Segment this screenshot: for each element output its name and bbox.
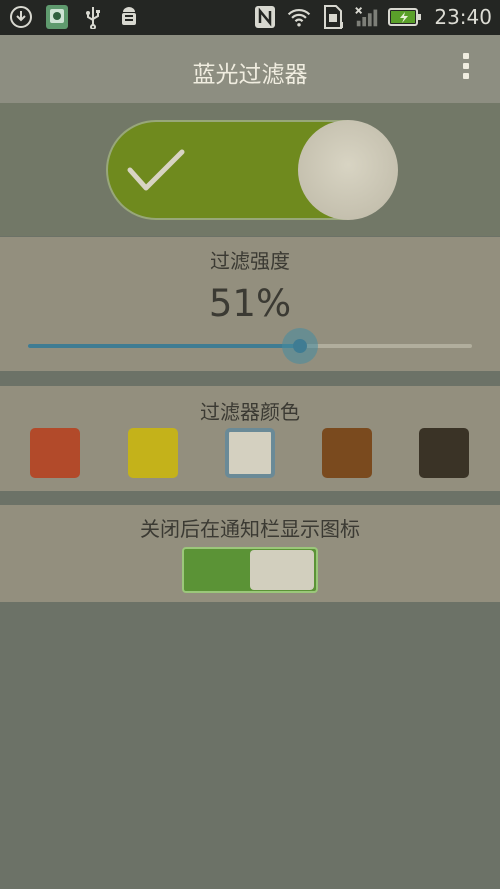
color-swatch[interactable] [128,428,178,478]
usb-icon [80,4,106,30]
color-swatches [0,428,500,478]
check-icon [124,148,188,200]
slider-fill [28,344,300,348]
color-swatch[interactable] [419,428,469,478]
color-swatch[interactable] [30,428,80,478]
notification-card: 关闭后在通知栏显示图标 [0,505,500,602]
page-title: 蓝光过滤器 [192,62,308,88]
filter-color-label: 过滤器颜色 [200,400,300,424]
wifi-icon [286,4,312,30]
notification-label: 关闭后在通知栏显示图标 [140,517,360,541]
slider-thumb[interactable] [281,328,318,364]
master-switch[interactable] [106,120,398,220]
download-icon [8,4,34,30]
android-debug-icon [116,4,142,30]
notification-toggle[interactable] [182,547,318,593]
master-switch-knob[interactable] [298,120,398,220]
status-clock: 23:40 [434,5,492,29]
sim-icon [320,4,346,30]
overflow-menu-icon-dot [463,73,469,79]
battery-icon [388,4,422,30]
color-swatch[interactable] [225,428,275,478]
nfc-icon [252,4,278,30]
overflow-menu-icon-dot [463,63,469,69]
overflow-menu-button[interactable] [460,53,472,85]
action-bar: 蓝光过滤器 [0,35,500,103]
status-bar: 23:40 [0,0,500,35]
color-swatch[interactable] [322,428,372,478]
intensity-slider[interactable] [28,328,472,364]
intensity-value: 51% [208,282,292,325]
signal-icon [354,4,380,30]
status-bar-left [8,4,142,30]
master-switch-area [0,103,500,236]
notification-toggle-knob[interactable] [250,550,314,590]
intensity-card: 过滤强度 51% [0,237,500,371]
intensity-label: 过滤强度 [210,249,290,273]
overflow-menu-icon-dot [463,53,469,59]
status-bar-right: 23:40 [252,4,492,30]
app-icon [44,4,70,30]
filter-color-card: 过滤器颜色 [0,386,500,491]
